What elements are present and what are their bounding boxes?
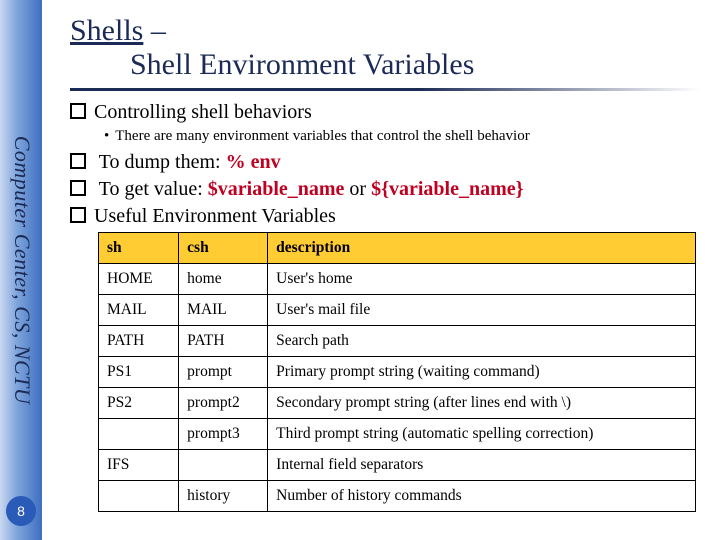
env-var-table: sh csh description HOMEhomeUser's home M… [98, 232, 696, 512]
title-underlined: Shells [70, 14, 143, 47]
cell: history [179, 481, 268, 512]
cell [99, 481, 179, 512]
cell: PS2 [99, 388, 179, 419]
col-desc: description [268, 233, 696, 264]
content-area: Shells – Shell Environment Variables Con… [70, 14, 700, 512]
table-row: PS1promptPrimary prompt string (waiting … [99, 357, 696, 388]
table-row: prompt3Third prompt string (automatic sp… [99, 419, 696, 450]
page-number-badge: 8 [6, 496, 36, 526]
col-sh: sh [99, 233, 179, 264]
table-row: IFS Internal field separators [99, 450, 696, 481]
table-header-row: sh csh description [99, 233, 696, 264]
sidebar-label: Computer Center, CS, NCTU [9, 8, 35, 532]
cell: PS1 [99, 357, 179, 388]
bullet-useful: Useful Environment Variables [70, 205, 700, 228]
cell: MAIL [179, 295, 268, 326]
title-rule [70, 88, 700, 91]
bullet-get-pre: To get value: [99, 178, 208, 200]
title-line-1: Shells – [70, 14, 700, 48]
cell [179, 450, 268, 481]
slide: Computer Center, CS, NCTU 8 Shells – She… [0, 0, 720, 540]
table-row: PATHPATHSearch path [99, 326, 696, 357]
bullet-controlling: Controlling shell behaviors [70, 101, 700, 124]
cell: Secondary prompt string (after lines end… [268, 388, 696, 419]
cell: IFS [99, 450, 179, 481]
title-line-2: Shell Environment Variables [130, 48, 700, 82]
bullet-get-value: To get value: $variable_name or ${variab… [70, 178, 700, 201]
cell: Number of history commands [268, 481, 696, 512]
title-rest: – [143, 14, 166, 47]
cmd-var2: ${variable_name} [371, 178, 523, 200]
cell: PATH [179, 326, 268, 357]
bullet-dump-text: To dump them: [99, 151, 226, 173]
cmd-var1: $variable_name [208, 178, 345, 200]
cell: Primary prompt string (waiting command) [268, 357, 696, 388]
cell: Search path [268, 326, 696, 357]
cmd-env: % env [226, 151, 281, 173]
cell: Third prompt string (automatic spelling … [268, 419, 696, 450]
table-row: PS2prompt2Secondary prompt string (after… [99, 388, 696, 419]
table-row: HOMEhomeUser's home [99, 264, 696, 295]
cell: User's mail file [268, 295, 696, 326]
table-row: MAILMAILUser's mail file [99, 295, 696, 326]
cell: home [179, 264, 268, 295]
cell: prompt [179, 357, 268, 388]
bullet-get-mid: or [344, 178, 371, 200]
table-row: historyNumber of history commands [99, 481, 696, 512]
cell: PATH [99, 326, 179, 357]
col-csh: csh [179, 233, 268, 264]
sub-bullet: There are many environment variables tha… [104, 128, 700, 145]
cell [99, 419, 179, 450]
cell: prompt3 [179, 419, 268, 450]
cell: MAIL [99, 295, 179, 326]
cell: HOME [99, 264, 179, 295]
cell: Internal field separators [268, 450, 696, 481]
bullet-dump: To dump them: % env [70, 151, 700, 174]
cell: User's home [268, 264, 696, 295]
cell: prompt2 [179, 388, 268, 419]
